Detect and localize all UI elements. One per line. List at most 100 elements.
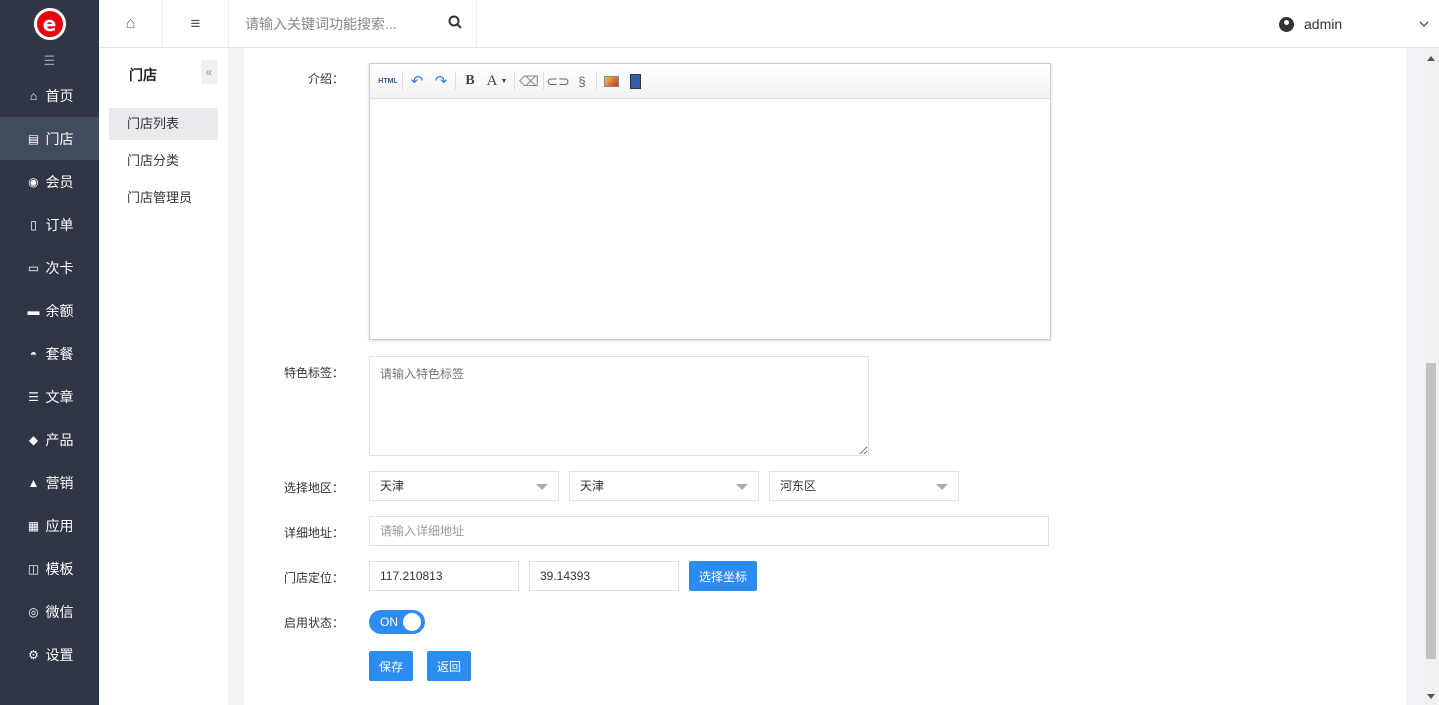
city-select[interactable]: 天津 [569,471,759,501]
sidebar-item-store[interactable]: ▤ 门店 [0,117,99,160]
link-icon[interactable]: ⊂⊃ [546,70,570,92]
html-source-button[interactable]: HTML [376,70,400,92]
top-bar: ⌂ ≡ admin [99,0,1439,48]
pick-coordinate-button[interactable]: 选择坐标 [689,561,757,591]
list-icon: ☰ [28,389,39,404]
columns-icon: ◫ [27,561,40,576]
toolbar-divider [455,72,456,90]
sidebar-item-marketing[interactable]: ▲ 营销 [0,461,99,504]
bold-button[interactable]: B [458,70,482,92]
gear-icon: ⚙ [28,647,39,662]
credit-card-icon: ▬ [27,303,40,318]
user-menu[interactable]: admin [1279,0,1429,48]
sidebar-item-label: 应用 [45,517,74,534]
sidebar-item-label: 订单 [45,216,74,233]
region-label: 选择地区： [283,481,344,495]
latitude-input[interactable] [529,561,679,591]
menu-icon[interactable]: ≡ [163,0,229,48]
user-circle-icon: ◉ [28,174,39,189]
sidebar-item-article[interactable]: ☰ 文章 [0,375,99,418]
dashboard-icon: ◓ [29,346,38,361]
district-select[interactable]: 河东区 [769,471,959,501]
back-button[interactable]: 返回 [427,651,471,681]
sidebar-item-wechat[interactable]: ◎ 微信 [0,590,99,633]
document-icon: ▯ [30,217,37,232]
subnav-item-store-admin[interactable]: 门店管理员 [109,182,218,214]
logo-icon: e [33,8,66,40]
apps-icon: ▦ [27,518,40,533]
save-button[interactable]: 保存 [369,651,413,681]
card-icon: ▭ [27,260,40,275]
home-icon[interactable]: ⌂ [99,0,163,48]
store-icon: ▤ [27,131,40,146]
longitude-input[interactable] [369,561,519,591]
eraser-icon[interactable]: ⌫ [517,70,541,92]
sub-sidebar: 门店 « 门店列表 门店分类 门店管理员 [99,48,228,705]
subnav-item-store-list[interactable]: 门店列表 [109,108,218,140]
toggle-knob [403,613,421,631]
dropdown-arrow-icon [736,484,748,490]
sidebar-item-order[interactable]: ▯ 订单 [0,203,99,246]
status-toggle-label: ON [380,615,398,629]
sidebar-item-label: 模板 [45,560,74,577]
undo-icon[interactable]: ↶ [405,70,429,92]
address-label: 详细地址： [283,526,344,540]
toolbar-divider [596,72,597,90]
collapse-subnav-icon[interactable]: « [201,60,217,84]
tag-icon: ◆ [28,432,39,447]
video-icon[interactable] [623,70,647,92]
city-value: 天津 [580,479,605,493]
sidebar-item-label: 首页 [45,87,74,104]
collapse-sidebar-icon[interactable]: ☰ [0,48,99,74]
scroll-up-icon[interactable] [1427,56,1435,61]
search-input[interactable] [245,16,445,32]
font-color-label: A [486,72,498,89]
sidebar-item-home[interactable]: ⌂ 首页 [0,74,99,117]
toolbar-divider [402,72,403,90]
scrollbar-thumb[interactable] [1426,363,1436,659]
main-sidebar: e ☰ ⌂ 首页 ▤ 门店 ◉ 会员 ▯ 订单 ▭ 次卡 ▬ 余额 ◓ 套餐 ☰ 文章 ◆ 产品 ▲ 营销 ▦ 应用 ◫ 模板… [0,0,99,705]
subnav-title: 门店 [129,67,157,83]
intro-label: 介绍： [307,72,344,86]
sidebar-item-label: 营销 [45,474,74,491]
sidebar-item-label: 套餐 [45,345,74,362]
tags-textarea[interactable] [369,356,869,456]
caret-down-icon: ▼ [500,77,508,85]
store-edit-form: 介绍： HTML ↶ ↷ B A▼ ⌫ ⊂⊃ § 特色标签： 选择地区： 天津 … [244,48,1407,705]
page-scrollbar[interactable] [1423,48,1439,705]
username: admin [1304,16,1343,32]
wechat-icon: ◎ [28,604,39,619]
rich-text-editor: HTML ↶ ↷ B A ▼ ⌫ ⊂⊃ § [369,63,1051,340]
chevron-down-icon [1419,18,1429,30]
sidebar-item-label: 微信 [45,603,74,620]
sidebar-item-template[interactable]: ◫ 模板 [0,547,99,590]
user-icon [1279,16,1294,32]
province-value: 天津 [380,479,405,493]
sidebar-item-apps[interactable]: ▦ 应用 [0,504,99,547]
address-input[interactable] [369,516,1049,546]
sidebar-item-package[interactable]: ◓ 套餐 [0,332,99,375]
sidebar-item-label: 余额 [45,302,74,319]
status-toggle[interactable]: ON [369,610,425,634]
search-bar [229,0,477,48]
redo-icon[interactable]: ↷ [429,70,453,92]
district-value: 河东区 [780,479,817,493]
sidebar-item-balance[interactable]: ▬ 余额 [0,289,99,332]
editor-toolbar: HTML ↶ ↷ B A ▼ ⌫ ⊂⊃ § [370,64,1050,99]
unlink-icon[interactable]: § [570,70,594,92]
sidebar-item-settings[interactable]: ⚙ 设置 [0,633,99,676]
dropdown-arrow-icon [536,484,548,490]
subnav-item-store-category[interactable]: 门店分类 [109,145,218,177]
tags-label: 特色标签： [283,366,344,380]
search-icon[interactable] [448,15,462,32]
sidebar-item-product[interactable]: ◆ 产品 [0,418,99,461]
sidebar-item-label: 门店 [45,130,74,147]
status-label: 启用状态： [283,616,344,630]
logo[interactable]: e [0,0,99,48]
sidebar-item-punch-card[interactable]: ▭ 次卡 [0,246,99,289]
sidebar-item-member[interactable]: ◉ 会员 [0,160,99,203]
scroll-down-icon[interactable] [1427,694,1435,699]
font-color-button[interactable]: A ▼ [482,70,512,92]
province-select[interactable]: 天津 [369,471,559,501]
image-icon[interactable] [599,70,623,92]
